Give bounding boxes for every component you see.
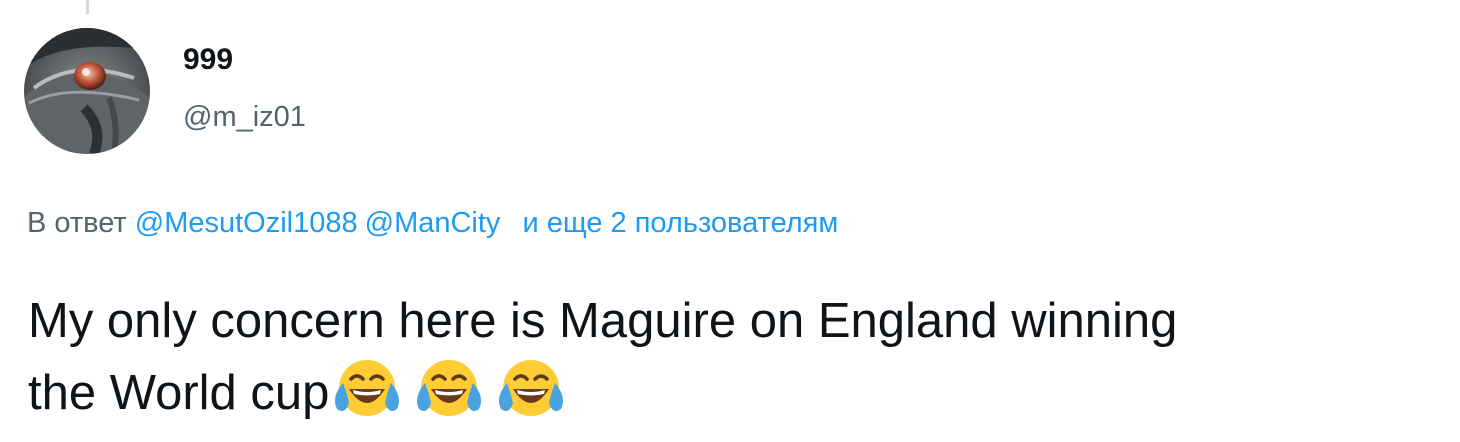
reply-prefix: В ответ [27, 207, 127, 239]
author-handle[interactable]: @m_iz01 [183, 97, 306, 137]
avatar[interactable] [24, 28, 150, 154]
tweet-text-line: My only concern here is Maguire on Engla… [28, 294, 1178, 348]
avatar-photo-icon [24, 28, 150, 154]
mention-link-mesutozil[interactable]: @MesutOzil1088 [135, 207, 358, 239]
thread-connector-line [86, 0, 89, 14]
reply-others-link[interactable]: и еще 2 пользователям [522, 207, 838, 239]
author-display-name[interactable]: 999 [183, 40, 233, 80]
face-with-tears-of-joy-icon [329, 357, 405, 419]
face-with-tears-of-joy-icon [493, 357, 569, 419]
tweet-text: My only concern here is Maguire on Engla… [28, 285, 1448, 429]
face-with-tears-of-joy-icon [411, 357, 487, 419]
reply-context: В ответ @MesutOzil1088 @ManCity и еще 2 по… [27, 203, 838, 243]
tweet-text-segment: the World cup [28, 366, 330, 420]
tweet-text-line: the World cup [28, 357, 1448, 429]
mention-link-mancity[interactable]: @ManCity [365, 207, 501, 239]
